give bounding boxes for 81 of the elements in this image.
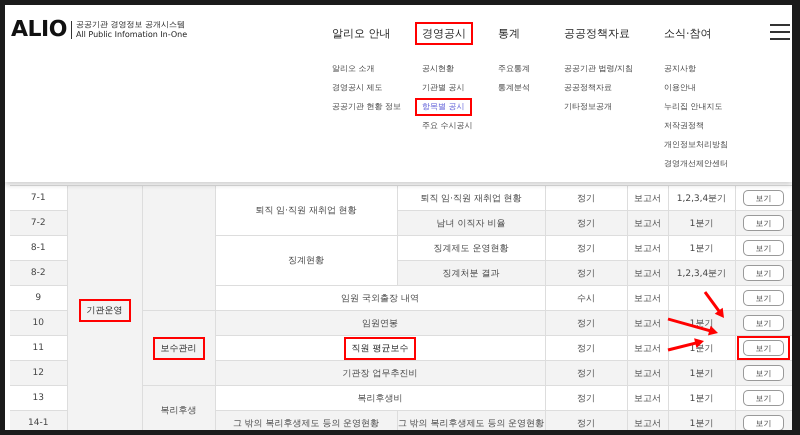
form-cell-text: 보고서 <box>634 418 661 430</box>
type-cell-text: 정기 <box>577 418 595 430</box>
submenu-link[interactable]: 주요통계 <box>491 60 537 78</box>
period-cell-text: 1,2,3,4분기 <box>676 192 726 204</box>
type-cell-text: 정기 <box>577 392 595 404</box>
submenu-link[interactable]: 저작권정책 <box>657 117 711 135</box>
row-number: 7-1 <box>30 193 46 203</box>
submenu-link[interactable]: 항목별 공시 <box>415 98 472 116</box>
row-number: 9 <box>35 293 42 303</box>
subcategory-cell: 보수관리 <box>152 336 204 360</box>
nav-menu-item[interactable]: 통계 <box>491 22 527 45</box>
detail-cell-text: 그 밖의 복리후생제도 등의 운영현황 <box>398 418 544 430</box>
item-cell-text: 퇴직 임·직원 재취업 현황 <box>255 205 357 217</box>
submenu-link[interactable]: 경영공시 제도 <box>325 79 390 97</box>
logo-subtitle: All Public Infomation In-One <box>76 30 188 40</box>
submenu-link[interactable]: 알리오 소개 <box>325 60 382 78</box>
item-cell-text: 복리후생비 <box>358 392 402 404</box>
form-cell-text: 보고서 <box>634 242 661 254</box>
item-cell: 직원 평균보수 <box>344 336 416 360</box>
form-cell-text: 보고서 <box>634 218 661 230</box>
submenu-link[interactable]: 통계분석 <box>491 79 537 97</box>
submenu-link[interactable]: 공시현황 <box>415 60 461 78</box>
item-cell-text: 임원 국외출장 내역 <box>341 292 419 304</box>
type-cell-text: 정기 <box>577 268 595 280</box>
submenu-link[interactable]: 이용안내 <box>657 79 703 97</box>
row-number: 10 <box>32 318 44 328</box>
nav-menu-item[interactable]: 경영공시 <box>415 22 473 45</box>
period-cell-text: 1분기 <box>690 242 714 254</box>
form-cell-text: 보고서 <box>634 318 661 330</box>
nav-menu-item[interactable]: 공공정책자료 <box>557 22 637 45</box>
form-cell-text: 보고서 <box>634 368 661 380</box>
nav-menu-item[interactable]: 소식·참여 <box>657 22 718 45</box>
submenu-link[interactable]: 공공정책자료 <box>557 79 619 97</box>
row-number: 13 <box>32 393 44 403</box>
detail-cell-text: 징계제도 운영현황 <box>434 242 508 254</box>
submenu-link[interactable]: 개인정보처리방침 <box>657 136 735 154</box>
form-cell-text: 보고서 <box>634 192 661 204</box>
period-cell-text: 1분기 <box>690 418 714 430</box>
detail-cell-text: 퇴직 임·직원 재취업 현황 <box>420 192 522 204</box>
submenu-link[interactable]: 공공기관 현황 정보 <box>325 98 408 116</box>
subcategory-cell-text: 복리후생 <box>160 405 196 417</box>
submenu-link[interactable]: 공지사항 <box>657 60 703 78</box>
row-number: 11 <box>32 343 44 353</box>
form-cell-text: 보고서 <box>634 342 661 354</box>
type-cell-text: 정기 <box>577 318 595 330</box>
nav-menu-item[interactable]: 알리오 안내 <box>325 22 398 45</box>
submenu-link[interactable]: 누리집 안내지도 <box>657 98 730 116</box>
type-cell-text: 수시 <box>577 292 595 304</box>
detail-cell-text: 징계처분 결과 <box>442 268 500 280</box>
period-cell-text: 1,2,3,4분기 <box>676 268 726 280</box>
period-cell-text: 1분기 <box>690 392 714 404</box>
submenu-link[interactable]: 기타정보공개 <box>557 98 619 116</box>
form-cell-text: 보고서 <box>634 392 661 404</box>
form-cell-text: 보고서 <box>634 292 661 304</box>
category-cell: 기관운영 <box>78 299 130 322</box>
item-cell-text: 그 밖의 복리후생제도 등의 운영현황 <box>232 418 380 430</box>
period-cell-text: 1분기 <box>690 368 714 380</box>
type-cell-text: 정기 <box>577 368 595 380</box>
period-cell-text: 1분기 <box>690 218 714 230</box>
item-cell-text: 징계현황 <box>288 255 324 267</box>
row-number: 14-1 <box>28 418 48 428</box>
type-cell-text: 정기 <box>577 192 595 204</box>
row-number: 7-2 <box>30 218 46 228</box>
row-number: 12 <box>32 368 44 378</box>
type-cell-text: 정기 <box>577 218 595 230</box>
logo[interactable]: ALIO <box>11 21 72 39</box>
item-cell-text: 기관장 업무추진비 <box>342 368 418 380</box>
submenu-link[interactable]: 주요 수시공시 <box>415 117 480 135</box>
menu-icon[interactable] <box>770 24 790 40</box>
submenu-link[interactable]: 공공기관 법령/지침 <box>557 60 640 78</box>
row-number: 8-1 <box>30 243 46 253</box>
submenu-link[interactable]: 기관별 공시 <box>415 79 472 97</box>
row-number: 8-2 <box>30 268 46 278</box>
detail-cell-text: 남녀 이직자 비율 <box>436 218 506 230</box>
form-cell-text: 보고서 <box>634 268 661 280</box>
type-cell-text: 정기 <box>577 342 595 354</box>
logo-title: 공공기관 경영정보 공개시스템 <box>76 20 186 30</box>
view-button[interactable]: 보기 <box>737 336 790 360</box>
type-cell-text: 정기 <box>577 242 595 254</box>
submenu-link[interactable]: 경영개선제안센터 <box>657 155 735 173</box>
item-cell-text: 임원연봉 <box>362 318 398 330</box>
